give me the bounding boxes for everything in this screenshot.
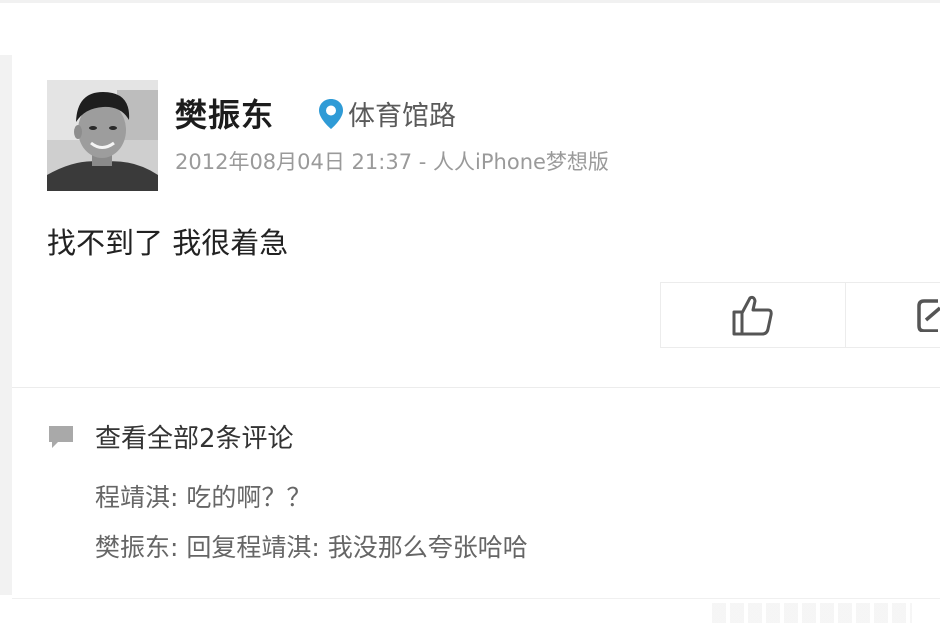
post-meta: 2012年08月04日 21:37 - 人人iPhone梦想版 — [175, 146, 609, 176]
comment-item: 程靖淇: 吃的啊？？ — [95, 478, 311, 514]
share-button[interactable] — [846, 283, 940, 347]
watermark — [712, 603, 912, 623]
comment-separator: : — [170, 483, 187, 512]
comment-author[interactable]: 程靖淇 — [95, 483, 170, 512]
post-date: 2012年08月04日 21:37 — [175, 150, 413, 174]
section-divider — [12, 387, 940, 388]
username[interactable]: 樊振东 — [175, 90, 274, 136]
comment-item: 樊振东: 回复程靖淇: 我没那么夸张哈哈 — [95, 528, 528, 564]
avatar[interactable] — [47, 80, 158, 191]
post-text: 找不到了 我很着急 — [47, 226, 289, 260]
thumbs-up-icon — [732, 295, 773, 336]
top-divider — [0, 0, 940, 3]
bottom-divider — [12, 598, 940, 599]
comment-author[interactable]: 樊振东 — [95, 533, 170, 562]
post-card: 樊振东 体育馆路 2012年08月04日 21:37 - 人人iPhone梦想版… — [0, 0, 940, 640]
avatar-image — [47, 80, 158, 191]
meta-separator: - — [418, 150, 427, 174]
view-all-comments-label: 查看全部2条评论 — [95, 424, 294, 454]
share-icon — [917, 299, 940, 332]
post-source[interactable]: 人人iPhone梦想版 — [433, 150, 609, 174]
location-tag[interactable]: 体育馆路 — [318, 94, 456, 133]
comment-bubble-icon — [49, 425, 73, 448]
like-button[interactable] — [661, 283, 847, 347]
comment-text: 吃的啊？？ — [186, 483, 312, 512]
location-pin-icon — [319, 98, 343, 129]
comment-separator: : — [170, 533, 187, 562]
comment-text: 回复程靖淇: 我没那么夸张哈哈 — [186, 533, 528, 562]
view-all-comments[interactable]: 查看全部2条评论 — [47, 418, 294, 455]
left-margin — [0, 55, 12, 595]
action-bar — [660, 282, 940, 348]
location-label: 体育馆路 — [348, 101, 456, 132]
